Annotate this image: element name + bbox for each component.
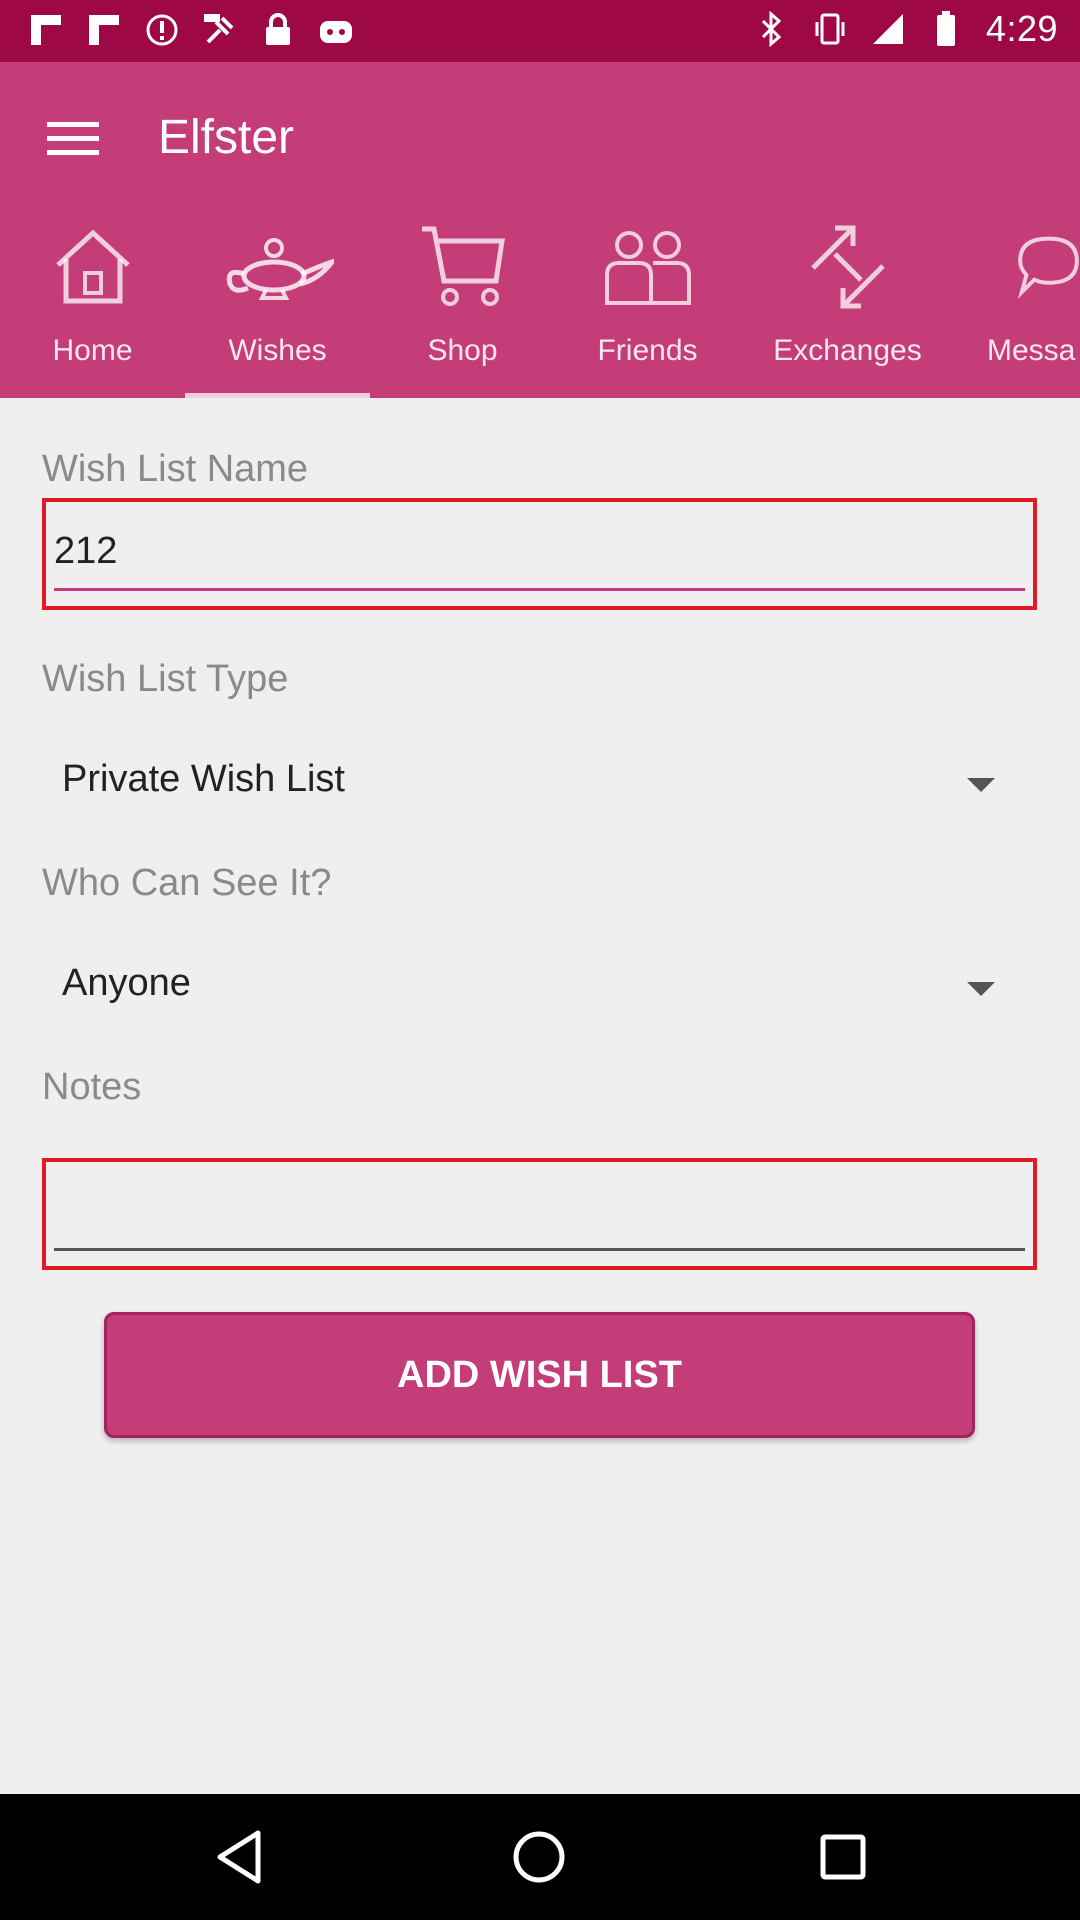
- tab-wishes[interactable]: Wishes: [185, 222, 370, 398]
- wish-list-name-field[interactable]: 212: [42, 498, 1037, 610]
- bluetooth-icon: [754, 11, 790, 47]
- dropdown-arrow-icon: [967, 778, 995, 792]
- tab-messages-label: Messa: [987, 334, 1076, 367]
- tab-exchanges-label: Exchanges: [773, 334, 922, 367]
- fake-gps-icon: [202, 12, 238, 48]
- tab-home-label: Home: [52, 334, 133, 367]
- tab-exchanges[interactable]: Exchanges: [740, 222, 955, 398]
- tab-wishes-label: Wishes: [228, 334, 327, 367]
- notes-field[interactable]: [42, 1158, 1037, 1270]
- lock-icon: [260, 12, 296, 48]
- friends-icon: [604, 231, 691, 305]
- app-title: Elfster: [158, 111, 295, 164]
- system-status: 4:29: [754, 8, 1058, 50]
- signal-icon: [870, 11, 906, 47]
- vibrate-icon: [812, 11, 848, 47]
- wish-list-type-value: Private Wish List: [62, 758, 345, 800]
- lamp-icon: [226, 238, 334, 300]
- wish-list-type-dropdown[interactable]: Private Wish List: [42, 742, 1037, 822]
- home-icon: [55, 229, 130, 304]
- notes-label: Notes: [42, 1066, 142, 1108]
- recents-icon: [820, 1834, 866, 1880]
- exchange-icon: [810, 225, 885, 309]
- tab-shop[interactable]: Shop: [370, 222, 555, 398]
- status-time: 4:29: [985, 8, 1058, 49]
- tab-friends-label: Friends: [597, 334, 698, 367]
- tab-messages[interactable]: Messa: [965, 222, 1080, 398]
- visibility-value: Anyone: [62, 962, 191, 1004]
- notification-icons: [28, 12, 354, 48]
- add-wish-list-button[interactable]: ADD WISH LIST: [104, 1312, 975, 1438]
- home-circle-icon: [513, 1831, 565, 1883]
- flipboard-icon: [28, 12, 64, 48]
- back-icon: [217, 1830, 261, 1884]
- navigation-bar: [0, 1794, 1080, 1920]
- battery-icon: [928, 11, 964, 47]
- tab-home[interactable]: Home: [0, 222, 185, 398]
- tab-indicator: [185, 393, 370, 398]
- home-button[interactable]: [506, 1824, 572, 1890]
- dropdown-arrow-icon: [967, 982, 995, 996]
- alert-icon: [144, 12, 180, 48]
- wish-list-name-label: Wish List Name: [42, 448, 309, 490]
- back-button[interactable]: [206, 1824, 272, 1890]
- tab-friends[interactable]: Friends: [555, 222, 740, 398]
- flipboard-icon: [86, 12, 122, 48]
- menu-button[interactable]: [34, 106, 112, 170]
- android-icon: [318, 12, 354, 48]
- tab-bar: Home Wishes Shop Friends Exchanges Messa: [0, 222, 1080, 398]
- recents-button[interactable]: [810, 1824, 876, 1890]
- cart-icon: [421, 226, 505, 306]
- tab-shop-label: Shop: [427, 334, 498, 367]
- hamburger-menu-icon: [47, 122, 99, 155]
- wish-list-name-value: 212: [54, 530, 118, 572]
- visibility-dropdown[interactable]: Anyone: [42, 946, 1037, 1026]
- app-bar: Elfster Home Wishes Shop Friends Exchang…: [0, 62, 1080, 398]
- wish-list-type-label: Wish List Type: [42, 658, 289, 700]
- status-bar: 4:29: [0, 0, 1080, 62]
- visibility-label: Who Can See It?: [42, 862, 332, 904]
- input-underline: [54, 1248, 1025, 1251]
- input-underline: [54, 588, 1025, 591]
- message-icon: [1017, 236, 1079, 299]
